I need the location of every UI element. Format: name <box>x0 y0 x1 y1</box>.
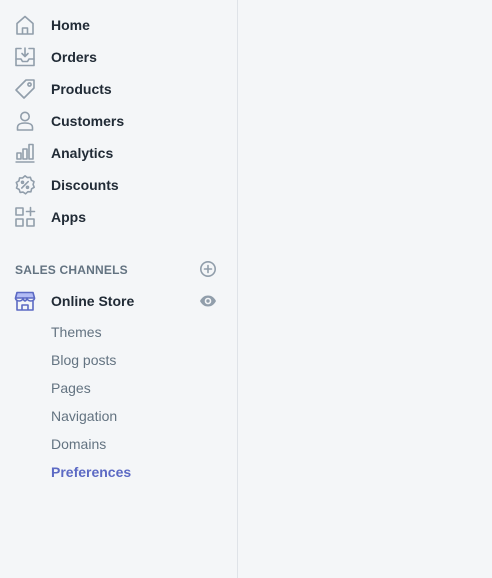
subnav-item-preferences[interactable]: Preferences <box>0 457 238 485</box>
subnav-item-label: Navigation <box>51 408 118 424</box>
eye-icon <box>200 295 216 307</box>
subnav-item-blog-posts[interactable]: Blog posts <box>0 345 238 373</box>
orders-icon <box>14 46 36 68</box>
online-store-subnav: Themes Blog posts Pages Navigation Domai… <box>0 317 238 485</box>
sidebar-item-online-store[interactable]: Online Store <box>0 285 238 317</box>
subnav-item-label: Pages <box>51 380 91 396</box>
sidebar: Home Orders Products Customers Analytics… <box>0 0 238 578</box>
subnav-item-label: Domains <box>51 436 107 452</box>
sidebar-item-label: Orders <box>51 49 97 65</box>
tag-icon <box>14 78 36 100</box>
plus-circle-icon <box>200 261 216 277</box>
main-nav: Home Orders Products Customers Analytics… <box>0 9 238 233</box>
apps-icon <box>14 206 36 228</box>
sidebar-item-label: Customers <box>51 113 125 129</box>
sidebar-item-customers[interactable]: Customers <box>0 105 238 137</box>
add-sales-channel-button[interactable] <box>199 260 217 278</box>
subnav-item-domains[interactable]: Domains <box>0 429 238 457</box>
sidebar-item-label: Online Store <box>51 293 135 309</box>
sidebar-item-label: Products <box>51 81 112 97</box>
section-title: SALES CHANNELS <box>15 263 128 277</box>
subnav-item-navigation[interactable]: Navigation <box>0 401 238 429</box>
main-content <box>239 0 492 578</box>
sidebar-item-label: Discounts <box>51 177 119 193</box>
sidebar-item-orders[interactable]: Orders <box>0 41 238 73</box>
subnav-item-label: Preferences <box>51 464 132 480</box>
storefront-icon <box>14 290 36 312</box>
bar-chart-icon <box>14 142 36 164</box>
subnav-item-label: Blog posts <box>51 352 117 368</box>
subnav-item-label: Themes <box>51 324 102 340</box>
home-icon <box>14 14 36 36</box>
view-store-button[interactable] <box>199 292 217 310</box>
discount-icon <box>14 174 36 196</box>
person-icon <box>14 110 36 132</box>
sidebar-item-apps[interactable]: Apps <box>0 201 238 233</box>
sidebar-item-label: Home <box>51 17 90 33</box>
subnav-item-themes[interactable]: Themes <box>0 317 238 345</box>
sidebar-item-label: Apps <box>51 209 86 225</box>
sales-channels-header: SALES CHANNELS <box>0 258 238 280</box>
subnav-item-pages[interactable]: Pages <box>0 373 238 401</box>
sidebar-item-products[interactable]: Products <box>0 73 238 105</box>
sidebar-item-label: Analytics <box>51 145 114 161</box>
sidebar-item-analytics[interactable]: Analytics <box>0 137 238 169</box>
sidebar-item-home[interactable]: Home <box>0 9 238 41</box>
sidebar-item-discounts[interactable]: Discounts <box>0 169 238 201</box>
